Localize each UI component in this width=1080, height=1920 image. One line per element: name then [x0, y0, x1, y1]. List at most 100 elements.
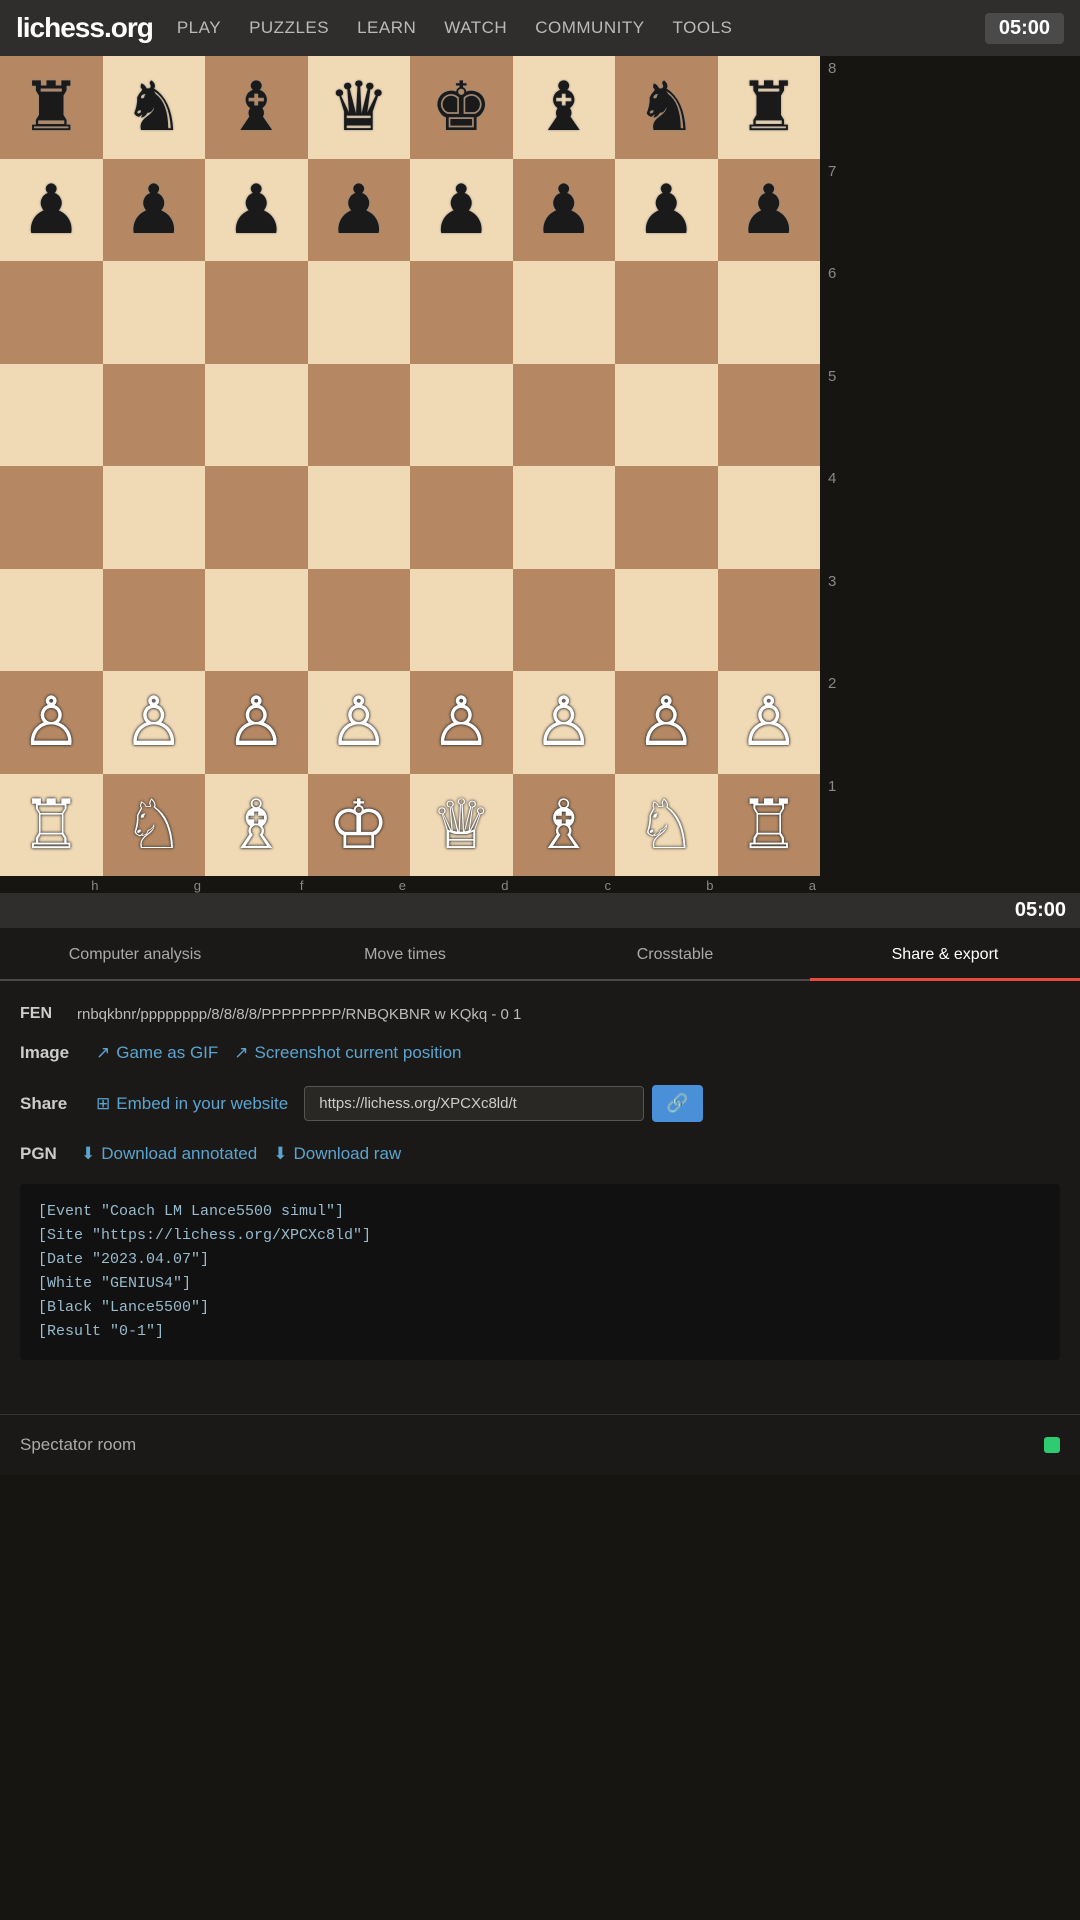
copy-link-button[interactable]: 🔗 — [652, 1085, 702, 1122]
chess-piece[interactable]: ♜ — [738, 73, 799, 141]
board-square[interactable]: ♟ — [718, 159, 821, 262]
board-square[interactable]: ♟ — [615, 159, 718, 262]
chess-piece[interactable]: ♖ — [738, 791, 799, 859]
pgn-text-content[interactable]: [Event "Coach LM Lance5500 simul"] [Site… — [20, 1184, 1060, 1360]
embed-button[interactable]: ⊞ Embed in your website — [96, 1094, 288, 1114]
board-square[interactable] — [0, 569, 103, 672]
nav-learn[interactable]: LEARN — [357, 18, 416, 37]
board-square[interactable]: ♟ — [103, 159, 206, 262]
board-square[interactable] — [410, 261, 513, 364]
chess-piece[interactable]: ♙ — [738, 688, 799, 756]
nav-community[interactable]: COMMUNITY — [535, 18, 644, 37]
board-square[interactable]: ♞ — [103, 56, 206, 159]
board-square[interactable] — [103, 261, 206, 364]
board-square[interactable] — [513, 466, 616, 569]
board-square[interactable] — [0, 364, 103, 467]
chess-piece[interactable]: ♗ — [533, 791, 594, 859]
board-square[interactable]: ♙ — [103, 671, 206, 774]
download-annotated-button[interactable]: ⬇ Download annotated — [81, 1144, 257, 1164]
board-square[interactable] — [615, 466, 718, 569]
board-square[interactable]: ♘ — [615, 774, 718, 877]
screenshot-button[interactable]: ↗ Screenshot current position — [234, 1043, 461, 1063]
chess-piece[interactable]: ♟ — [533, 176, 594, 244]
chess-piece[interactable]: ♙ — [328, 688, 389, 756]
board-square[interactable] — [615, 261, 718, 364]
chess-piece[interactable]: ♝ — [226, 73, 287, 141]
board-square[interactable] — [513, 364, 616, 467]
board-square[interactable] — [718, 261, 821, 364]
board-square[interactable] — [410, 364, 513, 467]
board-square[interactable] — [103, 569, 206, 672]
board-square[interactable]: ♙ — [513, 671, 616, 774]
board-square[interactable]: ♖ — [0, 774, 103, 877]
board-square[interactable]: ♙ — [205, 671, 308, 774]
chess-piece[interactable]: ♜ — [21, 73, 82, 141]
download-raw-button[interactable]: ⬇ Download raw — [273, 1144, 401, 1164]
board-square[interactable]: ♟ — [513, 159, 616, 262]
board-square[interactable] — [513, 569, 616, 672]
board-square[interactable] — [410, 569, 513, 672]
chess-piece[interactable]: ♖ — [21, 791, 82, 859]
tab-computer-analysis[interactable]: Computer analysis — [0, 928, 270, 981]
board-square[interactable]: ♟ — [205, 159, 308, 262]
chess-piece[interactable]: ♟ — [431, 176, 492, 244]
board-square[interactable] — [718, 466, 821, 569]
chess-piece[interactable]: ♟ — [738, 176, 799, 244]
board-square[interactable]: ♗ — [205, 774, 308, 877]
board-square[interactable] — [103, 364, 206, 467]
board-square[interactable]: ♙ — [410, 671, 513, 774]
chess-piece[interactable]: ♙ — [431, 688, 492, 756]
board-square[interactable] — [0, 261, 103, 364]
board-square[interactable]: ♔ — [308, 774, 411, 877]
chess-piece[interactable]: ♙ — [533, 688, 594, 756]
chess-piece[interactable]: ♛ — [328, 73, 389, 141]
board-square[interactable]: ♛ — [308, 56, 411, 159]
board-square[interactable]: ♚ — [410, 56, 513, 159]
board-square[interactable] — [308, 466, 411, 569]
chess-piece[interactable]: ♙ — [226, 688, 287, 756]
board-square[interactable]: ♞ — [615, 56, 718, 159]
board-square[interactable]: ♖ — [718, 774, 821, 877]
board-square[interactable]: ♙ — [615, 671, 718, 774]
board-square[interactable] — [0, 466, 103, 569]
chess-piece[interactable]: ♘ — [636, 791, 697, 859]
chess-piece[interactable]: ♟ — [328, 176, 389, 244]
chess-board[interactable]: ♜ ♞ ♝ ♛ ♚ ♝ ♞ ♜ ♟ ♟ ♟ ♟ ♟ ♟ ♟ ♟ ♙ ♙ ♙ ♙ ♙ ♙ ♙ ♙ ♖ ♘ ♗ ♔ ♕ ♗ ♘ ♖ — [0, 56, 820, 876]
board-square[interactable]: ♙ — [718, 671, 821, 774]
game-as-gif-button[interactable]: ↗ Game as GIF — [96, 1043, 218, 1063]
chess-piece[interactable]: ♕ — [431, 791, 492, 859]
tab-share-export[interactable]: Share & export — [810, 928, 1080, 981]
chess-piece[interactable]: ♚ — [431, 73, 492, 141]
chess-piece[interactable]: ♙ — [123, 688, 184, 756]
board-square[interactable] — [615, 569, 718, 672]
chess-piece[interactable]: ♟ — [636, 176, 697, 244]
share-url-input[interactable] — [304, 1086, 644, 1121]
board-square[interactable] — [410, 466, 513, 569]
chess-piece[interactable]: ♟ — [21, 176, 82, 244]
nav-watch[interactable]: WATCH — [444, 18, 507, 37]
board-square[interactable]: ♝ — [205, 56, 308, 159]
tab-crosstable[interactable]: Crosstable — [540, 928, 810, 981]
chess-piece[interactable]: ♟ — [226, 176, 287, 244]
board-square[interactable] — [205, 364, 308, 467]
board-square[interactable]: ♟ — [0, 159, 103, 262]
nav-play[interactable]: PLAY — [177, 18, 221, 37]
chess-piece[interactable]: ♘ — [123, 791, 184, 859]
board-square[interactable]: ♝ — [513, 56, 616, 159]
board-square[interactable] — [718, 364, 821, 467]
chess-piece[interactable]: ♗ — [226, 791, 287, 859]
board-square[interactable] — [308, 364, 411, 467]
chess-piece[interactable]: ♞ — [636, 73, 697, 141]
board-square[interactable]: ♟ — [308, 159, 411, 262]
board-square[interactable] — [308, 569, 411, 672]
board-square[interactable]: ♘ — [103, 774, 206, 877]
chess-piece[interactable]: ♙ — [21, 688, 82, 756]
chess-piece[interactable]: ♞ — [123, 73, 184, 141]
board-square[interactable]: ♕ — [410, 774, 513, 877]
board-square[interactable]: ♟ — [410, 159, 513, 262]
board-square[interactable] — [103, 466, 206, 569]
board-square[interactable] — [205, 466, 308, 569]
board-square[interactable] — [615, 364, 718, 467]
tab-move-times[interactable]: Move times — [270, 928, 540, 981]
nav-puzzles[interactable]: PUZZLES — [249, 18, 329, 37]
